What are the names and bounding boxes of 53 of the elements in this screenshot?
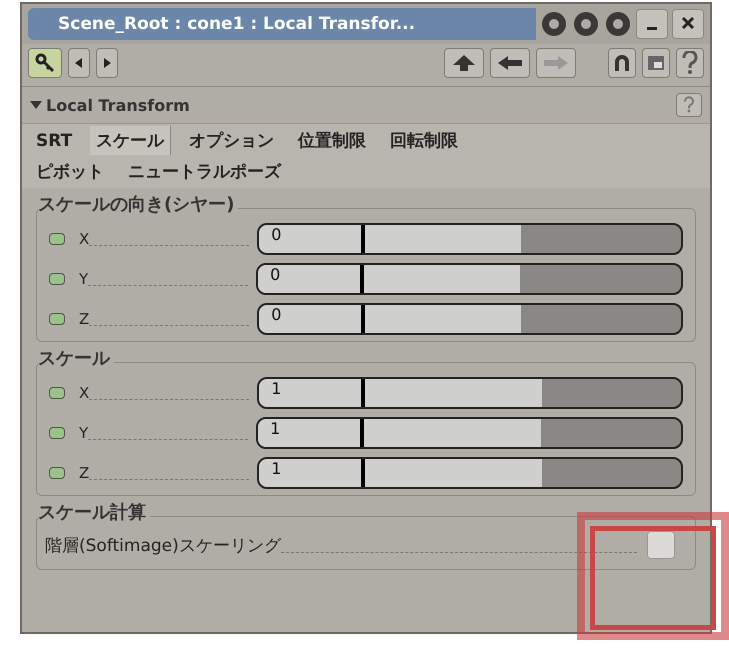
key-icon [34,52,56,74]
left-triangle-icon [75,58,83,68]
animation-indicator[interactable] [49,273,65,285]
tab[interactable]: オプション [183,126,280,155]
value-slider[interactable]: 1 [256,417,683,449]
value-slider[interactable]: 0 [257,303,683,335]
animation-indicator[interactable] [49,427,65,439]
help-icon[interactable] [676,48,704,78]
parameter-label: Y [79,270,88,288]
parameter-label: X [79,230,90,248]
value-slider[interactable]: 0 [256,263,683,295]
tab[interactable]: 回転制限 [384,126,464,155]
preset-icon[interactable] [642,48,670,78]
parameter-label: Z [79,464,90,482]
parameter-label: Y [79,424,88,442]
value-slider[interactable]: 1 [257,377,683,409]
tab[interactable]: ニュートラルポーズ [122,157,287,186]
minimize-button[interactable] [636,9,668,39]
animation-indicator[interactable] [49,313,65,325]
group-title: スケールの向き(シヤー) [38,192,238,216]
value-slider[interactable]: 1 [257,457,683,489]
previous-button[interactable] [68,48,90,78]
right-triangle-icon [103,58,111,68]
animation-indicator[interactable] [49,387,65,399]
group-title: スケール計算 [38,500,150,524]
close-icon [681,16,695,30]
tab[interactable]: ピボット [30,157,110,186]
up-arrow-button[interactable] [444,48,484,78]
minimize-icon [647,26,657,30]
undo-icon[interactable] [608,48,636,78]
round-icon[interactable] [572,10,600,38]
right-arrow-icon [543,55,569,71]
triangle-icon [30,100,42,110]
next-button[interactable] [96,48,118,78]
left-arrow-button[interactable] [490,48,530,78]
up-arrow-icon [452,54,476,72]
close-button[interactable] [672,9,704,39]
tab[interactable]: 位置制限 [292,126,372,155]
animation-indicator[interactable] [49,233,65,245]
option-label: 階層(Softimage)スケーリング [45,534,281,556]
round-icon[interactable] [540,10,568,38]
checkbox[interactable] [647,531,675,559]
tab[interactable]: スケール [90,126,172,155]
animation-indicator[interactable] [49,467,65,479]
window-title: Scene_Root : cone1 : Local Transfor... [28,8,536,40]
parameter-label: X [79,384,90,402]
tab[interactable]: SRT [30,126,78,155]
value-slider[interactable]: 0 [257,223,683,255]
section-header[interactable]: Local Transform [30,96,676,114]
key-button[interactable] [28,48,62,78]
round-icon[interactable] [604,10,632,38]
parameter-label: Z [79,310,90,328]
left-arrow-icon [497,55,523,71]
